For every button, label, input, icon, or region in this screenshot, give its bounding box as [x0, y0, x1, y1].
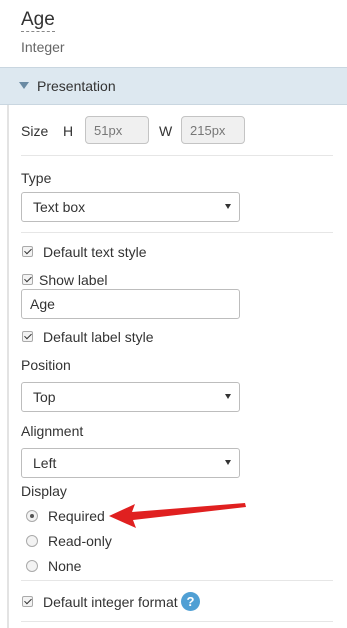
divider: [21, 232, 333, 233]
chevron-down-icon: [225, 460, 231, 465]
width-label: W: [159, 123, 173, 139]
label-text-input[interactable]: Age: [21, 289, 240, 319]
annotation-arrow-icon: [109, 503, 246, 528]
type-label: Type: [21, 170, 52, 186]
position-label: Position: [21, 357, 71, 373]
alignment-select-value: Left: [33, 455, 57, 471]
chevron-down-icon: [225, 394, 231, 399]
alignment-select[interactable]: Left: [21, 448, 240, 478]
height-label: H: [63, 123, 74, 139]
field-title: Age: [21, 9, 55, 32]
radio-none-label: None: [48, 558, 82, 574]
type-select[interactable]: Text box: [21, 192, 240, 222]
width-input[interactable]: 215px: [181, 116, 245, 144]
presentation-section-header[interactable]: Presentation: [0, 67, 347, 105]
radio-read-only[interactable]: [26, 535, 38, 547]
default-label-style-label: Default label style: [43, 329, 154, 345]
radio-read-only-label: Read-only: [48, 533, 112, 549]
divider: [21, 155, 333, 156]
help-icon[interactable]: ?: [181, 592, 200, 611]
show-label-checkbox[interactable]: [22, 274, 33, 285]
radio-required[interactable]: [26, 510, 38, 522]
display-label: Display: [21, 483, 67, 499]
show-label-label: Show label: [39, 272, 108, 288]
height-input[interactable]: 51px: [85, 116, 149, 144]
type-select-value: Text box: [33, 199, 86, 215]
chevron-down-icon: [225, 204, 231, 209]
radio-required-label: Required: [48, 508, 105, 524]
default-label-style-checkbox[interactable]: [22, 331, 33, 342]
section-divider-line: [7, 105, 9, 628]
divider: [21, 621, 333, 622]
radio-none[interactable]: [26, 560, 38, 572]
default-integer-format-checkbox[interactable]: [22, 596, 33, 607]
section-label: Presentation: [37, 78, 116, 94]
default-text-style-label: Default text style: [43, 244, 147, 260]
divider: [21, 580, 333, 581]
size-label: Size: [21, 123, 49, 139]
default-integer-format-label: Default integer format: [43, 594, 178, 610]
position-select[interactable]: Top: [21, 382, 240, 412]
field-type-subtitle: Integer: [21, 39, 65, 55]
default-text-style-checkbox[interactable]: [22, 246, 33, 257]
collapse-triangle-icon: [19, 82, 29, 89]
alignment-label: Alignment: [21, 423, 84, 439]
position-select-value: Top: [33, 389, 56, 405]
